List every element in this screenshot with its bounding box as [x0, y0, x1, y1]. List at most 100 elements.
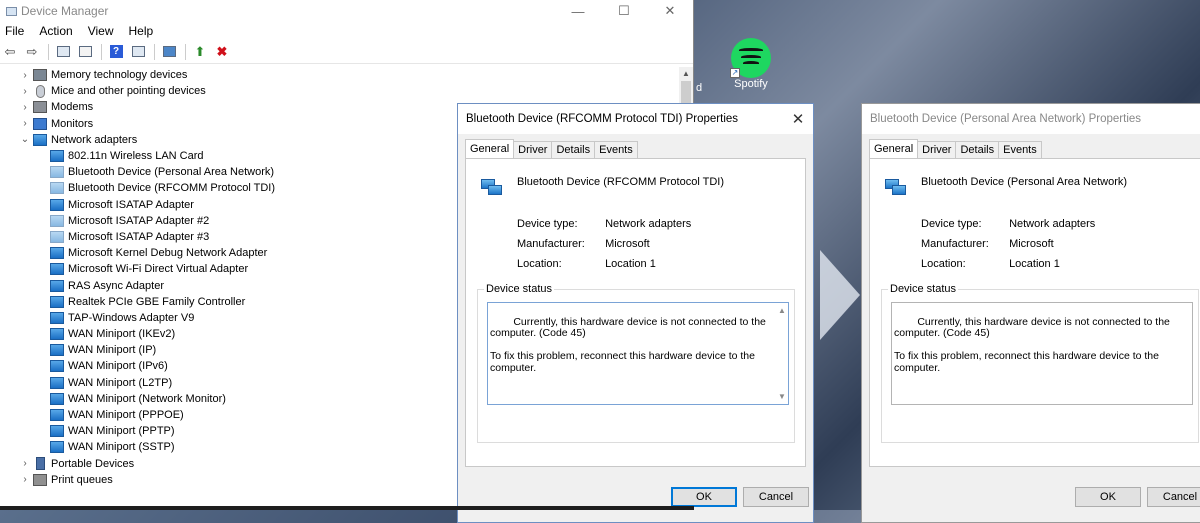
pan-properties-dialog: Bluetooth Device (Personal Area Network)…: [861, 103, 1200, 523]
help-icon[interactable]: ?: [106, 42, 126, 62]
tree-item-label: Mice and other pointing devices: [51, 85, 206, 98]
tab-details[interactable]: Details: [955, 141, 1000, 158]
tab-general[interactable]: General: [465, 139, 515, 158]
device-type-value: Network adapters: [1009, 218, 1096, 230]
action-pane-icon[interactable]: [128, 42, 148, 62]
chevron-right-icon[interactable]: ›: [19, 86, 31, 97]
toolbar-divider: [185, 43, 186, 60]
dialog-title-bar[interactable]: Bluetooth Device (Personal Area Network)…: [862, 104, 1200, 134]
network-adapter-icon: [50, 295, 64, 308]
tree-item-label: Realtek PCIe GBE Family Controller: [68, 295, 246, 308]
chevron-up-icon[interactable]: ▲: [776, 305, 788, 317]
maximize-button[interactable]: ☐: [601, 0, 647, 22]
device-type-row: Device type: Network adapters: [921, 218, 1095, 230]
tree-item-label: WAN Miniport (IKEv2): [68, 328, 176, 341]
chevron-right-icon[interactable]: ›: [19, 70, 31, 81]
tree-item-label: 802.11n Wireless LAN Card: [68, 150, 204, 163]
window-title: Device Manager: [21, 4, 109, 18]
device-status-textbox[interactable]: Currently, this hardware device is not c…: [487, 302, 789, 405]
tree-item-label: Bluetooth Device (RFCOMM Protocol TDI): [68, 182, 276, 195]
scan-hardware-changes-icon[interactable]: [159, 42, 179, 62]
network-adapter-icon: [50, 263, 64, 276]
tree-item-label: Network adapters: [51, 133, 138, 146]
taskbar-edge: [0, 506, 694, 510]
tab-strip: General Driver Details Events: [869, 139, 1042, 158]
scroll-up-icon[interactable]: ▲: [679, 67, 693, 81]
menu-help[interactable]: Help: [127, 24, 161, 38]
network-adapter-icon: [50, 311, 64, 324]
tab-general[interactable]: General: [869, 139, 919, 158]
location-value: Location 1: [1009, 258, 1060, 270]
device-status-label: Device status: [484, 283, 555, 295]
network-adapter-disabled-icon: [50, 166, 64, 179]
cancel-button[interactable]: Cancel: [743, 487, 809, 507]
modem-icon: [33, 101, 47, 114]
menu-bar: File Action View Help: [0, 22, 693, 40]
desktop-wallpaper-shape: [820, 250, 860, 340]
tab-events[interactable]: Events: [998, 141, 1042, 158]
cancel-button[interactable]: Cancel: [1147, 487, 1200, 507]
network-adapter-icon: [50, 441, 64, 454]
network-adapter-icon: [50, 392, 64, 405]
back-arrow-icon[interactable]: ⇦: [0, 42, 20, 62]
device-type-label: Device type:: [921, 218, 982, 230]
status-scrollbar[interactable]: ▲ ▼: [776, 303, 788, 404]
tab-details[interactable]: Details: [551, 141, 596, 158]
portable-device-icon: [36, 457, 45, 471]
tree-item-label: Monitors: [51, 117, 94, 130]
network-adapter-icon: [50, 328, 64, 341]
tree-item-label: Portable Devices: [51, 457, 135, 470]
mouse-icon: [36, 84, 45, 98]
chevron-right-icon[interactable]: ›: [19, 458, 31, 469]
tab-driver[interactable]: Driver: [513, 141, 553, 158]
minimize-button[interactable]: —: [555, 0, 601, 22]
tab-driver[interactable]: Driver: [917, 141, 957, 158]
tree-item-label: Memory technology devices: [51, 69, 188, 82]
tree-item-label: Modems: [51, 101, 94, 114]
tree-category[interactable]: › Mice and other pointing devices: [0, 83, 693, 99]
dialog-title-bar[interactable]: Bluetooth Device (RFCOMM Protocol TDI) P…: [458, 104, 813, 134]
update-driver-icon[interactable]: ⬆: [190, 42, 210, 62]
close-button[interactable]: ✕: [647, 0, 693, 22]
menu-file[interactable]: File: [3, 24, 31, 38]
chevron-right-icon[interactable]: ›: [19, 102, 31, 113]
chevron-right-icon[interactable]: ›: [19, 474, 31, 485]
close-icon[interactable]: ✕: [783, 104, 813, 134]
device-type-row: Device type: Network adapters: [517, 218, 691, 230]
tab-events[interactable]: Events: [594, 141, 638, 158]
chevron-down-icon[interactable]: ▼: [776, 391, 788, 403]
tree-item-label: WAN Miniport (L2TP): [68, 376, 173, 389]
manufacturer-row: Manufacturer: Microsoft: [921, 238, 1054, 250]
spotify-desktop-shortcut[interactable]: ↗ Spotify: [722, 38, 780, 90]
location-row: Location: Location 1: [921, 258, 1060, 270]
spotify-label: Spotify: [734, 78, 768, 90]
ok-button[interactable]: OK: [1075, 487, 1141, 507]
monitor-icon: [33, 117, 47, 130]
device-status-group: Device status Currently, this hardware d…: [881, 283, 1199, 443]
menu-action[interactable]: Action: [37, 24, 79, 38]
chevron-down-icon[interactable]: ⌄: [19, 134, 31, 145]
menu-view[interactable]: View: [86, 24, 121, 38]
tree-item-label: WAN Miniport (IPv6): [68, 360, 168, 373]
manufacturer-value: Microsoft: [1009, 238, 1054, 250]
desktop-icon-label-partial: d: [696, 82, 703, 94]
show-hide-console-tree-icon[interactable]: [53, 42, 73, 62]
properties-icon[interactable]: [75, 42, 95, 62]
toolbar-divider: [101, 43, 102, 60]
tree-item-label: Microsoft Wi-Fi Direct Virtual Adapter: [68, 263, 249, 276]
device-type-value: Network adapters: [605, 218, 692, 230]
forward-arrow-icon[interactable]: ⇨: [22, 42, 42, 62]
tree-item-label: WAN Miniport (PPTP): [68, 425, 175, 438]
network-adapter-icon: [50, 150, 64, 163]
tree-item-label: WAN Miniport (PPPOE): [68, 409, 184, 422]
toolbar-divider: [48, 43, 49, 60]
tree-category[interactable]: › Memory technology devices: [0, 67, 693, 83]
title-bar[interactable]: Device Manager — ☐ ✕: [0, 0, 693, 22]
chevron-right-icon[interactable]: ›: [19, 118, 31, 129]
tree-item-label: Microsoft ISATAP Adapter: [68, 198, 194, 211]
device-status-textbox[interactable]: Currently, this hardware device is not c…: [891, 302, 1193, 405]
tree-item-label: WAN Miniport (Network Monitor): [68, 392, 226, 405]
ok-button[interactable]: OK: [671, 487, 737, 507]
uninstall-device-icon[interactable]: ✖: [212, 42, 232, 62]
network-adapter-disabled-icon: [50, 230, 64, 243]
